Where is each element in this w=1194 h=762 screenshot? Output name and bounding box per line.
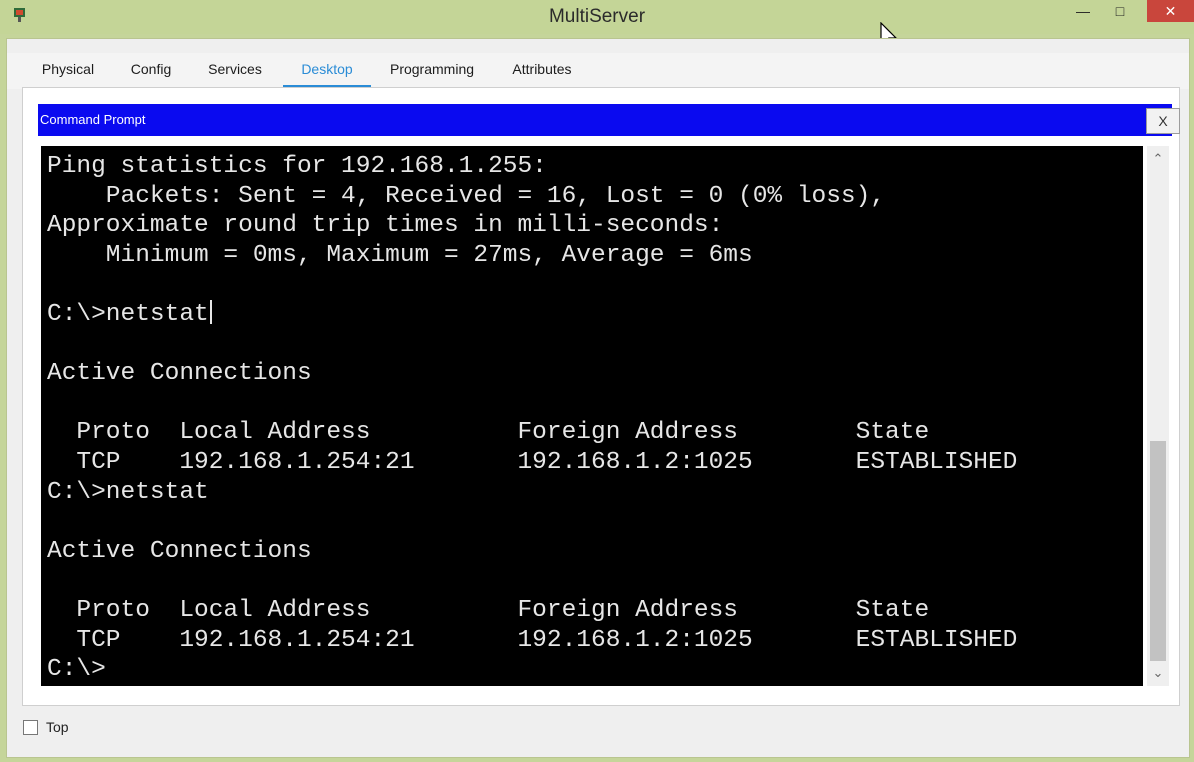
scroll-down-icon[interactable]: ⌄ [1147,662,1169,684]
command-prompt-close-button[interactable]: X [1146,108,1180,134]
top-checkbox[interactable] [23,719,38,735]
terminal-line: Proto Local Address Foreign Address Stat… [47,596,930,624]
scroll-thumb[interactable] [1150,441,1166,661]
command-prompt-header: Command Prompt X [38,104,1180,136]
terminal-line: C:\>netstat [47,300,209,328]
top-option: Top [23,719,69,735]
terminal-line: C:\>netstat [47,478,209,506]
terminal-line: Approximate round trip times in milli-se… [47,212,724,240]
command-prompt-title: Command Prompt [40,112,146,127]
tab-services[interactable]: Services [203,61,267,87]
terminal-line: Proto Local Address Foreign Address Stat… [47,419,930,447]
terminal-line: C:\> [47,656,106,684]
terminal-line: Ping statistics for 192.168.1.255: [47,153,547,180]
window-title: MultiServer [548,6,646,27]
maximize-button[interactable]: □ [1105,0,1135,22]
terminal-scrollbar[interactable]: ⌃ ⌄ [1147,146,1169,686]
tab-physical[interactable]: Physical [38,61,98,87]
tab-bar: Physical Config Services Desktop Program… [7,53,1189,89]
top-label: Top [46,719,69,735]
device-window: Physical Config Services Desktop Program… [6,38,1190,758]
tab-desktop[interactable]: Desktop [283,61,371,89]
close-window-button[interactable]: ✕ [1147,0,1194,22]
text-cursor [209,299,212,324]
terminal-output[interactable]: Ping statistics for 192.168.1.255: Packe… [41,146,1143,686]
terminal-line: TCP 192.168.1.254:21 192.168.1.2:1025 ES… [47,626,1018,654]
title-bar: MultiServer — □ ✕ [0,0,1194,49]
terminal-line: Minimum = 0ms, Maximum = 27ms, Average =… [47,241,753,269]
tab-programming[interactable]: Programming [386,61,478,87]
terminal-line: Active Connections [47,360,312,388]
minimize-button[interactable]: — [1070,0,1096,22]
desktop-panel: Command Prompt X Ping statistics for 192… [22,87,1180,706]
terminal-text: Ping statistics for 192.168.1.255: Packe… [41,146,1143,685]
terminal-line: Active Connections [47,537,312,565]
terminal-line: TCP 192.168.1.254:21 192.168.1.2:1025 ES… [47,448,1018,476]
scroll-up-icon[interactable]: ⌃ [1147,148,1169,170]
tab-attributes[interactable]: Attributes [507,61,577,87]
terminal-line: Packets: Sent = 4, Received = 16, Lost =… [47,182,886,210]
tab-config[interactable]: Config [126,61,176,87]
